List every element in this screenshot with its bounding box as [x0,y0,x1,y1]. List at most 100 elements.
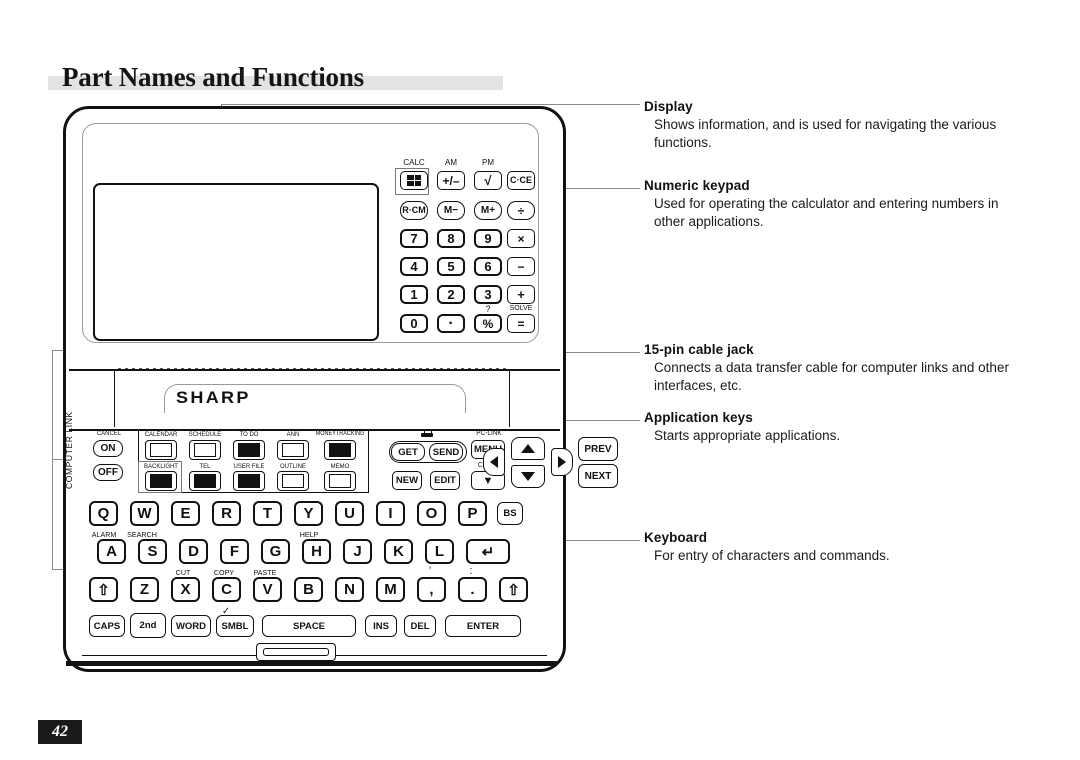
app-key-moneytracking[interactable] [324,440,356,460]
key-0[interactable]: 0 [400,314,428,333]
sharp-brand-logo: SHARP [176,388,251,407]
key-h[interactable]: H [302,539,331,564]
am-key-label: AM [445,158,457,167]
key-v[interactable]: V [253,577,282,602]
app-key-todo[interactable] [233,440,265,460]
key-ins[interactable]: INS [365,615,397,637]
app-key-schedule[interactable] [189,440,221,460]
key-a[interactable]: A [97,539,126,564]
key-comma[interactable]: , [417,577,446,602]
key-caps[interactable]: CAPS [89,615,125,637]
key-nav-down[interactable] [511,465,545,488]
key-backspace[interactable]: BS [497,502,523,525]
key-space[interactable]: SPACE [262,615,356,637]
app-key-ann[interactable] [277,440,309,460]
key-p[interactable]: P [458,501,487,526]
callout-cable-jack-body: Connects a data transfer cable for compu… [654,360,1009,393]
key-m[interactable]: M [376,577,405,602]
key-t[interactable]: T [253,501,282,526]
memo-icon [329,474,351,488]
key-power-off[interactable]: OFF [93,464,123,481]
key-next[interactable]: NEXT [578,464,618,488]
key-2[interactable]: 2 [437,285,465,304]
key-5[interactable]: 5 [437,257,465,276]
key-q[interactable]: Q [89,501,118,526]
key-add[interactable]: + [507,285,535,304]
app-key-tel[interactable] [189,471,221,491]
key-d[interactable]: D [179,539,208,564]
key-del[interactable]: DEL [404,615,436,637]
key-power-on[interactable]: ON [93,440,123,457]
key-memory-minus[interactable]: M− [437,201,465,220]
key-1[interactable]: 1 [400,285,428,304]
key-rcm[interactable]: R·CM [400,201,428,220]
key-send[interactable]: SEND [429,443,463,461]
key-calc[interactable] [400,171,428,190]
key-percent[interactable]: % [474,314,502,333]
key-o[interactable]: O [417,501,446,526]
key-nav-right[interactable] [551,448,573,476]
key-s[interactable]: S [138,539,167,564]
app-key-backlight[interactable] [145,471,177,491]
app-key-outline[interactable] [277,471,309,491]
key-w[interactable]: W [130,501,159,526]
key-e[interactable]: E [171,501,200,526]
key-get[interactable]: GET [391,443,425,461]
key-y[interactable]: Y [294,501,323,526]
key-8[interactable]: 8 [437,229,465,248]
key-u[interactable]: U [335,501,364,526]
key-6[interactable]: 6 [474,257,502,276]
key-f[interactable]: F [220,539,249,564]
page-title: Part Names and Functions [48,62,508,96]
callout-numeric-keypad-heading: Numeric keypad [644,178,750,193]
app-key-userfile[interactable] [233,471,265,491]
app-label-backlight: BACKLIGHT [144,463,178,470]
key-x[interactable]: X [171,577,200,602]
key-period[interactable]: . [458,577,487,602]
key-word[interactable]: WORD [171,615,211,637]
hinge-divider-right [509,369,510,427]
key-l[interactable]: L [425,539,454,564]
key-clear[interactable]: C·CE [507,171,535,190]
key-multiply[interactable]: × [507,229,535,248]
app-key-calendar[interactable] [145,440,177,460]
key-decimal[interactable]: · [437,314,465,333]
app-label-tel: TEL [199,463,211,470]
key-plus-minus[interactable]: +/– [437,171,465,190]
leader-line-numeric-keypad [556,188,640,189]
key-shift-left[interactable]: ⇧ [89,577,118,602]
key-4[interactable]: 4 [400,257,428,276]
key-equals[interactable]: = [507,314,535,333]
key-smbl[interactable]: SMBL [216,615,254,637]
callout-numeric-keypad-body: Used for operating the calculator and en… [654,196,999,229]
key-j[interactable]: J [343,539,372,564]
app-label-calendar: CALENDAR [144,431,178,438]
key-memory-plus[interactable]: M+ [474,201,502,220]
key-i[interactable]: I [376,501,405,526]
key-shift-right[interactable]: ⇧ [499,577,528,602]
key-z[interactable]: Z [130,577,159,602]
key-enter[interactable]: ENTER [445,615,521,637]
key-c[interactable]: C [212,577,241,602]
shift-label-help: HELP [299,530,319,539]
key-g[interactable]: G [261,539,290,564]
key-subtract[interactable]: − [507,257,535,276]
key-3[interactable]: 3 [474,285,502,304]
key-nav-up[interactable] [511,437,545,460]
arrow-left-icon [490,456,498,468]
key-n[interactable]: N [335,577,364,602]
key-9[interactable]: 9 [474,229,502,248]
key-r[interactable]: R [212,501,241,526]
key-sqrt[interactable]: √ [474,171,502,190]
key-nav-left[interactable] [483,448,505,476]
key-2nd[interactable]: 2nd [130,613,166,638]
key-return[interactable]: ↵ [466,539,510,564]
key-divide[interactable]: ÷ [507,201,535,220]
key-edit[interactable]: EDIT [430,471,460,490]
key-new[interactable]: NEW [392,471,422,490]
key-7[interactable]: 7 [400,229,428,248]
key-k[interactable]: K [384,539,413,564]
app-key-memo[interactable] [324,471,356,491]
key-b[interactable]: B [294,577,323,602]
key-prev[interactable]: PREV [578,437,618,461]
